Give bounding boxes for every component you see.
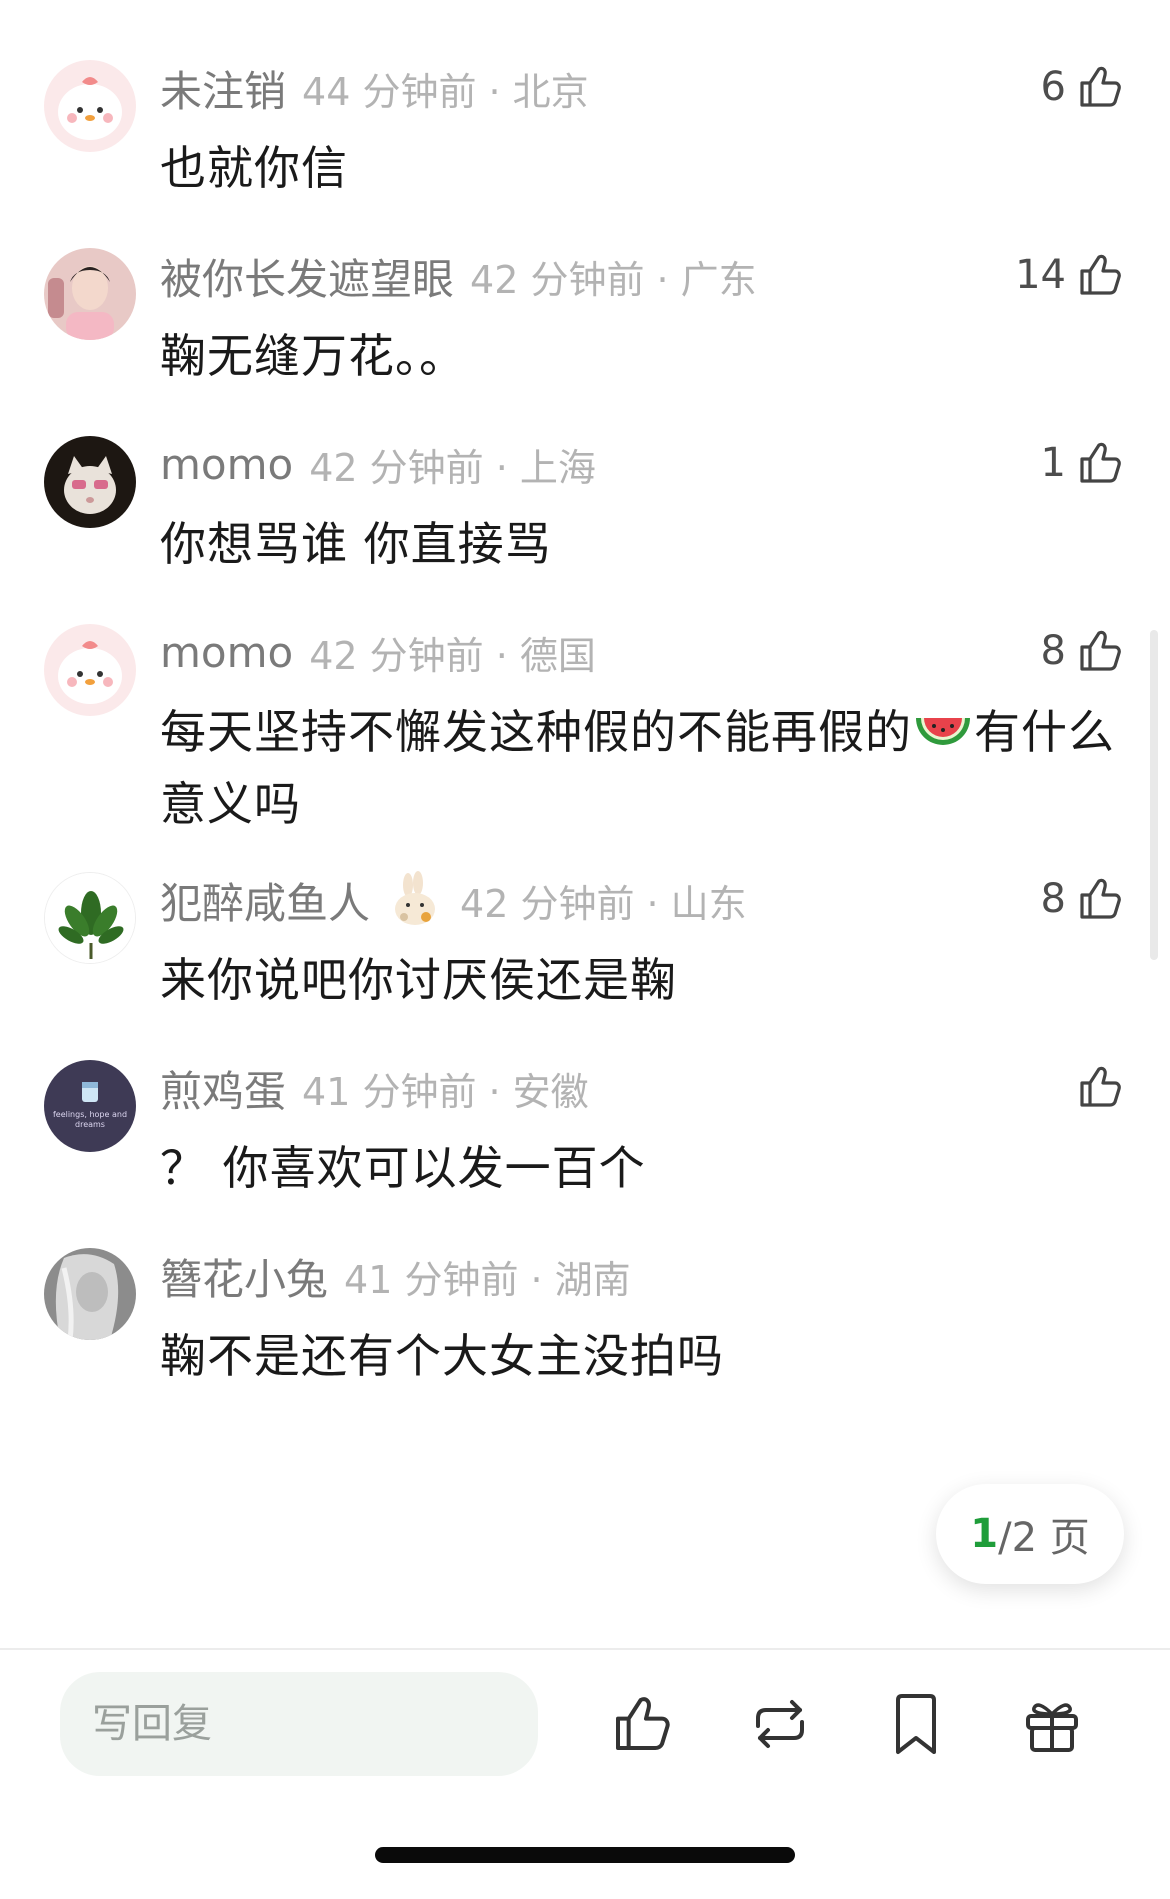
thumbs-up-icon[interactable] <box>1076 1063 1124 1111</box>
current-page: 1 <box>970 1511 999 1557</box>
thumbs-up-icon[interactable] <box>1076 439 1124 487</box>
grayscale-portrait-avatar[interactable] <box>44 1248 136 1340</box>
pink-chick-avatar[interactable] <box>44 60 136 152</box>
cat-with-sunglasses-avatar[interactable] <box>44 436 136 528</box>
thumbs-up-icon[interactable] <box>1076 251 1124 299</box>
like-post-button[interactable] <box>600 1684 684 1768</box>
comment-item: feelings, hope and dreams 煎鸡蛋 41 分钟前 · 安… <box>0 1052 1170 1222</box>
comment-text: 鞠无缝万花。。 <box>160 329 466 383</box>
comment-header: momo 42 分钟前 · 上海 <box>160 436 596 492</box>
comment-text: 也就你信 <box>160 141 348 195</box>
like-button[interactable] <box>1076 1054 1124 1120</box>
comment-meta: 42 分钟前 · 上海 <box>309 445 596 490</box>
username[interactable]: 被你长发遮望眼 <box>160 246 454 307</box>
person-portrait-avatar[interactable] <box>44 248 136 340</box>
thumbs-up-icon[interactable] <box>1076 875 1124 923</box>
comment-item: momo 42 分钟前 · 上海 1 你想骂谁 你直接骂 <box>0 428 1170 588</box>
comment-meta: 41 分钟前 · 安徽 <box>302 1069 589 1114</box>
avatar-caption: feelings, hope and dreams <box>52 1110 128 1129</box>
comment-meta: 42 分钟前 · 山东 <box>460 881 747 926</box>
green-leaves-avatar[interactable] <box>44 872 136 964</box>
comment-text-part: 每天坚持不懈发这种假的不能再假的 <box>160 705 912 759</box>
username[interactable]: 煎鸡蛋 <box>160 1058 286 1119</box>
comment-meta: 42 分钟前 · 广东 <box>470 257 757 302</box>
comment-header: 簪花小兔 41 分钟前 · 湖南 <box>160 1248 631 1304</box>
comment-item: 未注销 44 分钟前 · 北京 6 也就你信 <box>0 52 1170 212</box>
comment-item: momo 42 分钟前 · 德国 8 每天坚持不懈发这种假的不能再假的 有什么意义… <box>0 616 1170 846</box>
comment-item: 被你长发遮望眼 42 分钟前 · 广东 14 鞠无缝万花。。 <box>0 240 1170 400</box>
like-button[interactable]: 8 <box>1041 618 1124 684</box>
like-count: 14 <box>1015 252 1066 298</box>
bookmark-button[interactable] <box>874 1684 958 1768</box>
repost-icon[interactable] <box>746 1692 814 1760</box>
like-button[interactable]: 14 <box>1015 242 1124 308</box>
comment-meta: 41 分钟前 · 湖南 <box>344 1257 631 1302</box>
comment-text: 来你说吧你讨厌侯还是鞠 <box>160 953 677 1007</box>
gift-icon[interactable] <box>1020 1692 1084 1760</box>
thumbs-up-icon[interactable] <box>610 1692 674 1760</box>
watermelon-icon <box>912 702 974 758</box>
comment-header: momo 42 分钟前 · 德国 <box>160 624 596 680</box>
username[interactable]: 未注销 <box>160 58 286 119</box>
rabbit-badge-icon <box>386 871 444 929</box>
like-count: 8 <box>1040 876 1066 922</box>
like-button[interactable]: 6 <box>1041 54 1124 120</box>
comment-header: 煎鸡蛋 41 分钟前 · 安徽 <box>160 1060 589 1116</box>
comment-header: 未注销 44 分钟前 · 北京 <box>160 60 589 116</box>
comment-header: 被你长发遮望眼 42 分钟前 · 广东 <box>160 248 757 304</box>
bookmark-icon[interactable] <box>888 1692 944 1760</box>
comment-list: 未注销 44 分钟前 · 北京 6 也就你信 被你长发遮望眼 42 分钟前 · … <box>0 0 1170 1650</box>
reply-input[interactable] <box>60 1672 538 1776</box>
bottom-action-bar <box>0 1648 1170 1899</box>
username[interactable]: momo <box>160 628 293 677</box>
comment-item: 簪花小兔 41 分钟前 · 湖南 鞠不是还有个大女主没拍吗 <box>0 1240 1170 1410</box>
repost-button[interactable] <box>738 1684 822 1768</box>
dark-purple-avatar[interactable]: feelings, hope and dreams <box>44 1060 136 1152</box>
gift-button[interactable] <box>1010 1684 1094 1768</box>
comment-text: 每天坚持不懈发这种假的不能再假的 有什么意义吗 <box>160 696 1120 840</box>
home-indicator[interactable] <box>375 1847 795 1863</box>
comment-item: 犯醉咸鱼人 42 分钟前 · 山东 8 来你说吧你讨厌侯还是鞠 <box>0 864 1170 1034</box>
thumbs-up-icon[interactable] <box>1076 627 1124 675</box>
scrollbar[interactable] <box>1150 630 1158 960</box>
username[interactable]: momo <box>160 440 293 489</box>
page-indicator[interactable]: 1 /2 页 <box>936 1484 1124 1584</box>
comment-header: 犯醉咸鱼人 42 分钟前 · 山东 <box>160 870 747 931</box>
comment-text: 鞠不是还有个大女主没拍吗 <box>160 1329 724 1383</box>
username[interactable]: 簪花小兔 <box>160 1246 328 1307</box>
like-count: 8 <box>1040 628 1066 674</box>
comment-text: ？ 你喜欢可以发一百个 <box>160 1141 646 1195</box>
like-button[interactable]: 1 <box>1041 430 1124 496</box>
like-count: 1 <box>1040 440 1066 486</box>
username[interactable]: 犯醉咸鱼人 <box>160 870 370 931</box>
like-button[interactable]: 8 <box>1041 866 1124 932</box>
total-pages: /2 页 <box>998 1515 1090 1561</box>
pink-chick-avatar[interactable] <box>44 624 136 716</box>
thumbs-up-icon[interactable] <box>1076 63 1124 111</box>
like-count: 6 <box>1040 64 1066 110</box>
comment-meta: 42 分钟前 · 德国 <box>309 633 596 678</box>
comment-meta: 44 分钟前 · 北京 <box>302 69 589 114</box>
comment-text: 你想骂谁 你直接骂 <box>160 517 552 571</box>
